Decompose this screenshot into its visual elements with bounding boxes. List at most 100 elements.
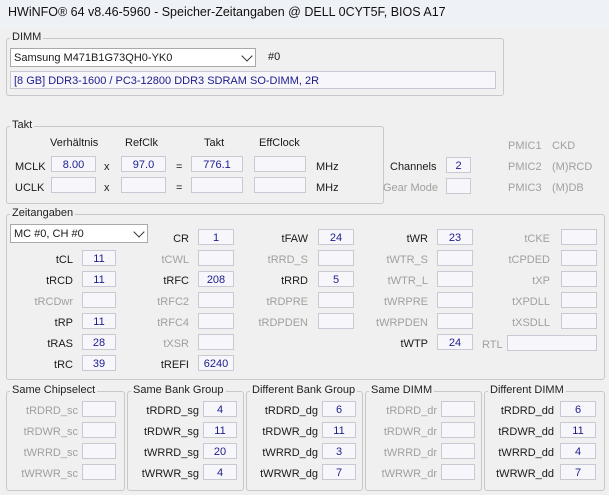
twr-label: tWR — [406, 233, 428, 245]
pmic1-value: CKD — [552, 140, 576, 152]
trdpre-value — [318, 292, 354, 308]
trp-label: tRP — [54, 317, 73, 329]
twrpden-value — [437, 313, 473, 329]
dimm-module-select[interactable]: Samsung M471B1G73QH0-YK0 — [10, 48, 256, 67]
trdrd-dd-value: 6 — [560, 401, 596, 417]
mclk-eq: = — [176, 161, 183, 173]
twrrd-sg-label: tWRRD_sg — [143, 447, 199, 459]
txp-value — [561, 271, 597, 287]
takt-header-effclock: EffClock — [259, 137, 300, 149]
twrwr-dg-value: 7 — [322, 464, 356, 480]
twrwr-sg-label: tWRWR_sg — [141, 468, 199, 480]
gear-mode-label: Gear Mode — [383, 182, 439, 194]
trfc4-label: tRFC4 — [157, 317, 189, 329]
trcd-label: tRCD — [46, 275, 73, 287]
twtr-l-value — [437, 271, 473, 287]
twrwr-sg-value: 4 — [203, 464, 237, 480]
trdrd-sg-value: 4 — [203, 401, 237, 417]
twrrd-dg-value: 3 — [322, 443, 356, 459]
twrwr-dd-value: 7 — [560, 464, 596, 480]
twtp-value: 24 — [437, 334, 473, 350]
rtl-label: RTL — [482, 339, 503, 351]
trfc-label: tRFC — [163, 275, 189, 287]
tcpded-label: tCPDED — [508, 254, 550, 266]
tcl-label: tCL — [55, 254, 73, 266]
twtr-s-value — [437, 250, 473, 266]
twrwr-dr-value — [441, 464, 475, 480]
trrd-value: 5 — [318, 271, 354, 287]
uclk-takt — [191, 177, 243, 193]
txsdll-value — [561, 313, 597, 329]
takt-header-ratio: Verhältnis — [50, 137, 99, 149]
twtr-s-label: tWTR_S — [386, 254, 428, 266]
takt-legend: Takt — [10, 119, 35, 131]
trdrd-dg-value: 6 — [322, 401, 356, 417]
trrd-s-value — [318, 250, 354, 266]
trdrd-sg-label: tRDRD_sg — [146, 405, 199, 417]
uclk-label: UCLK — [15, 182, 45, 194]
mclk-x: x — [104, 161, 110, 173]
twrwr-sc-value — [82, 464, 116, 480]
trdwr-dr-value — [441, 422, 475, 438]
txp-label: tXP — [532, 275, 550, 287]
twtr-l-label: tWTR_L — [387, 275, 428, 287]
gear-mode-value — [446, 178, 471, 194]
cr-value: 1 — [198, 229, 234, 245]
trrd-label: tRRD — [281, 275, 308, 287]
twrrd-sg-value: 20 — [203, 443, 237, 459]
same-bank-group-legend: Same Bank Group — [131, 384, 226, 396]
trdrd-dr-label: tRDRD_dr — [386, 405, 437, 417]
tfaw-value: 24 — [318, 229, 354, 245]
trefi-value: 6240 — [198, 355, 234, 371]
trcd-value: 11 — [82, 271, 116, 287]
tcwl-value — [198, 250, 234, 266]
trdwr-dg-value: 11 — [322, 422, 356, 438]
tcl-value: 11 — [82, 250, 116, 266]
trdwr-sg-value: 11 — [203, 422, 237, 438]
twrpre-label: tWRPRE — [384, 296, 428, 308]
uclk-unit: MHz — [316, 182, 339, 194]
twrwr-sc-label: tWRWR_sc — [21, 468, 78, 480]
twtp-label: tWTP — [400, 338, 429, 350]
tfaw-label: tFAW — [281, 233, 308, 245]
trfc2-value — [198, 292, 234, 308]
trdrd-sc-label: tRDRD_sc — [26, 405, 78, 417]
twrrd-dg-label: tWRRD_dg — [262, 447, 318, 459]
window-title: HWiNFO® 64 v8.46-5960 - Speicher-Zeitang… — [8, 5, 446, 19]
trcdwr-value — [82, 292, 116, 308]
twrwr-dd-label: tWRWR_dd — [496, 468, 554, 480]
chevron-down-icon — [241, 50, 253, 62]
twrwr-dg-label: tWRWR_dg — [260, 468, 318, 480]
mclk-refclk: 97.0 — [121, 156, 166, 172]
trdwr-dg-label: tRDWR_dg — [262, 426, 318, 438]
dimm-slot: #0 — [268, 51, 281, 63]
same-dimm-legend: Same DIMM — [369, 384, 435, 396]
trdrd-dg-label: tRDRD_dg — [264, 405, 318, 417]
uclk-eq: = — [176, 182, 183, 194]
mclk-ratio: 8.00 — [51, 156, 96, 172]
takt-header-takt: Takt — [204, 137, 225, 149]
takt-header-refclk: RefClk — [125, 137, 159, 149]
uclk-refclk — [121, 177, 166, 193]
twrpre-value — [437, 292, 473, 308]
trc-value: 39 — [82, 355, 116, 371]
zeitangaben-legend: Zeitangaben — [10, 207, 76, 219]
txsr-label: tXSR — [163, 338, 189, 350]
trdwr-sc-label: tRDWR_sc — [23, 426, 78, 438]
tcke-value — [561, 229, 597, 245]
channels-value: 2 — [446, 157, 471, 173]
trfc2-label: tRFC2 — [157, 296, 189, 308]
txsr-value — [198, 334, 234, 350]
channel-select-value: MC #0, CH #0 — [14, 228, 84, 240]
twrrd-sc-label: tWRRD_sc — [23, 447, 78, 459]
trdpden-label: tRDPDEN — [258, 317, 308, 329]
tcke-label: tCKE — [524, 233, 550, 245]
twrrd-dd-label: tWRRD_dd — [498, 447, 554, 459]
tras-value: 28 — [82, 334, 116, 350]
trdwr-sc-value — [82, 422, 116, 438]
uclk-x: x — [104, 182, 110, 194]
trdwr-sg-label: tRDWR_sg — [143, 426, 199, 438]
tcpded-value — [561, 250, 597, 266]
twrrd-dd-value: 4 — [560, 443, 596, 459]
dimm-legend: DIMM — [10, 31, 44, 43]
